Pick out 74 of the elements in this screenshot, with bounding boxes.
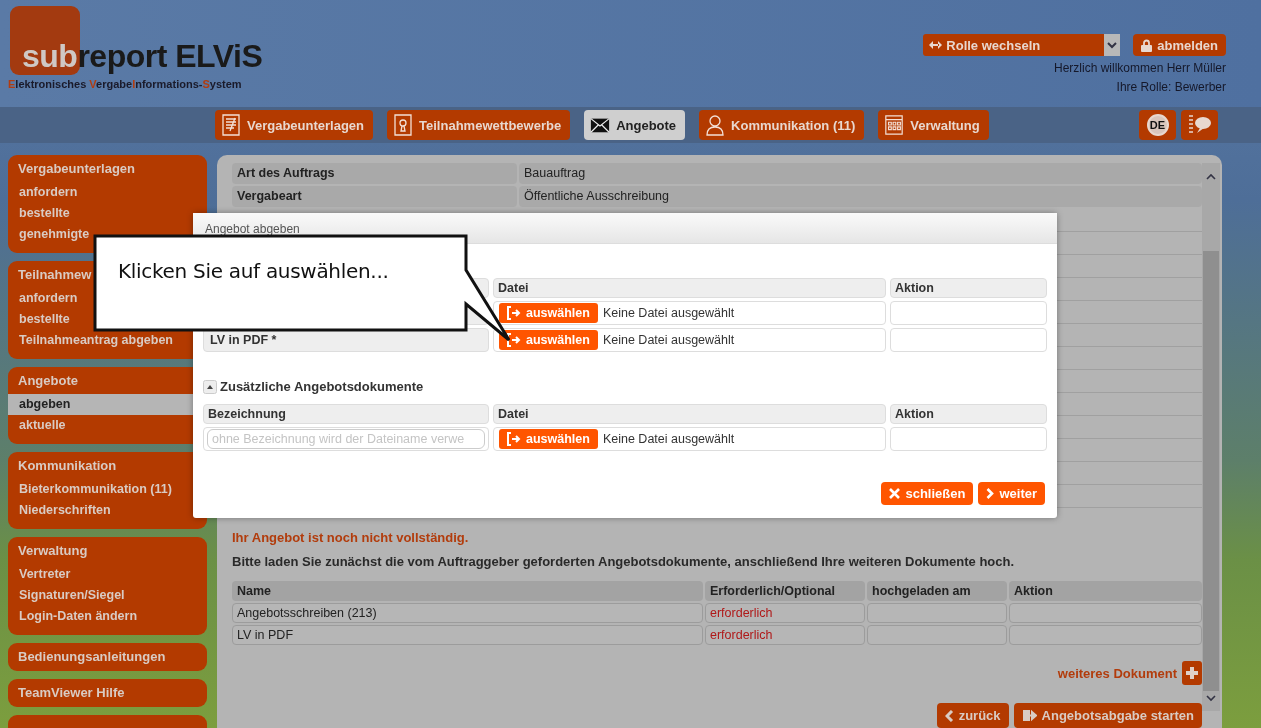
add-document-link[interactable]: weiteres Dokument: [1057, 665, 1177, 681]
sidebar-heading: Angebote: [17, 372, 79, 390]
detail-value: Öffentliche Ausschreibung: [519, 186, 1202, 207]
nav-tab[interactable]: Kommunikation (11): [699, 110, 865, 140]
select-file-button[interactable]: auswählen: [499, 429, 598, 449]
add-button[interactable]: [1182, 661, 1202, 685]
select-file-button[interactable]: auswählen: [499, 303, 598, 323]
column-header: Bezeichnung: [203, 404, 489, 424]
dialog-title: Angebot abgeben: [193, 213, 1057, 244]
keyhole-icon: [393, 114, 414, 136]
nav-tab[interactable]: Verwaltung: [878, 110, 989, 140]
next-button[interactable]: weiter: [978, 482, 1045, 505]
table-cell: Angebotsschreiben (213): [232, 603, 703, 623]
nav-tab[interactable]: Vergabeunterlagen: [215, 110, 374, 140]
document-icon: [221, 114, 241, 136]
column-header: hochgeladen am: [867, 581, 1007, 601]
table-cell: erforderlich: [705, 603, 865, 623]
column-header: Aktion: [890, 404, 1047, 424]
tagline: Elektronisches VergabeInformations-System: [8, 78, 243, 90]
instruction-text: Bitte laden Sie zunächst die vom Auftraggeber geforderten Angebotsdokumente, anschließend Ihre weiteren Dokumente hoch.: [232, 554, 1016, 569]
nav-tab[interactable]: Teilnahmewettbewerbe: [387, 110, 571, 140]
sidebar-heading[interactable]: Bedienungsanleitungen: [8, 647, 176, 667]
close-icon: [889, 488, 901, 499]
export-icon: [1021, 709, 1037, 722]
column-header: Datei: [493, 404, 886, 424]
column-header: Name: [232, 581, 703, 601]
column-header: Datei: [493, 278, 886, 298]
sidebar-heading[interactable]: TeamViewer Hilfe: [8, 683, 135, 703]
lock-icon: [1141, 38, 1153, 52]
detail-value: Bauauftrag: [519, 163, 1202, 184]
file-status: Keine Datei ausgewählt: [602, 432, 735, 446]
chat-button[interactable]: [1181, 110, 1218, 140]
swap-arrows-icon: [929, 41, 943, 49]
sidebar-item[interactable]: anfordern: [8, 182, 207, 203]
file-status: Keine Datei ausgewählt: [602, 333, 735, 347]
column-header: Erforderlich/Optional: [705, 581, 865, 601]
detail-label: Art des Auftrags: [232, 163, 517, 184]
column-header: Aktion: [1009, 581, 1202, 601]
sidebar-item[interactable]: Vertreter: [8, 564, 207, 585]
table-cell: LV in PDF: [232, 625, 703, 645]
sidebar-heading: Vergabeunterlagen: [17, 160, 137, 178]
plus-icon: [1185, 666, 1199, 680]
nav-tab[interactable]: Angebote: [584, 110, 686, 140]
chevron-left-icon: [944, 709, 954, 722]
role-dropdown[interactable]: Rolle wechseln: [923, 34, 1121, 56]
role-text: Ihre Rolle: Bewerber: [1116, 80, 1226, 94]
detail-label: Vergabeart: [232, 186, 517, 207]
sidebar-item[interactable]: Login-Daten ändern: [8, 606, 207, 627]
chevron-right-icon: [986, 488, 995, 499]
table-cell: erforderlich: [705, 625, 865, 645]
warning-text: Ihr Angebot ist noch nicht vollständig.: [232, 530, 470, 545]
scrollbar[interactable]: [1202, 163, 1220, 711]
file-status: Keine Datei ausgewählt: [602, 306, 735, 320]
start-submission-button[interactable]: Angebotsabgabe starten: [1013, 703, 1202, 728]
close-button[interactable]: schließen: [881, 482, 974, 505]
sidebar-heading: Teilnahmew: [17, 266, 93, 284]
column-header: Aktion: [890, 278, 1047, 298]
input-field[interactable]: ohne Bezeichnung wird der Dateiname verwe: [207, 429, 485, 449]
sidebar-item[interactable]: Signaturen/Siegel: [8, 585, 207, 606]
sidebar-heading: Kommunikation: [17, 457, 118, 475]
speech-bubble-icon: [1187, 114, 1212, 136]
back-button[interactable]: zurück: [936, 703, 1009, 728]
collapse-icon[interactable]: [203, 379, 217, 394]
import-icon: [507, 432, 521, 446]
caret-icon: [1104, 34, 1121, 56]
select-file-button[interactable]: auswählen: [499, 330, 598, 350]
logout-button[interactable]: abmelden: [1133, 34, 1226, 56]
import-icon: [507, 306, 521, 320]
person-icon: [705, 114, 726, 136]
sidebar-heading: Verwaltung: [17, 542, 89, 560]
welcome-text: Herzlich willkommen Herr Müller: [1053, 61, 1226, 75]
grid-icon: [884, 114, 905, 136]
language-button[interactable]: DE: [1139, 110, 1176, 140]
section-heading: Zusätzliche Angebotsdokumente: [220, 379, 424, 394]
